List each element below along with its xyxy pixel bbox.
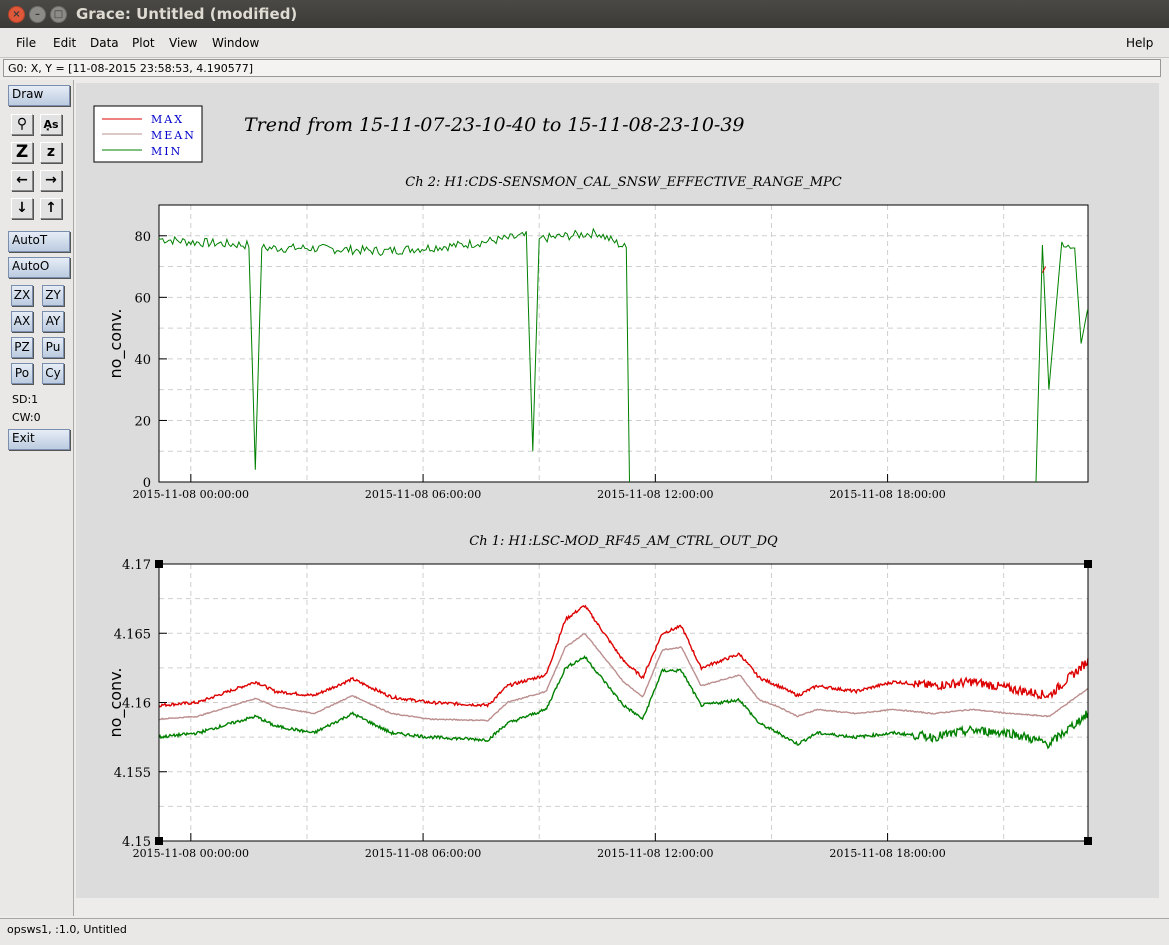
po-button[interactable]: Po — [11, 363, 33, 384]
window-titlebar[interactable]: × – □ Grace: Untitled (modified) — [0, 0, 1169, 28]
arrow-left-icon[interactable]: ← — [11, 170, 33, 191]
pz-button[interactable]: PZ — [11, 337, 33, 358]
x-tick-label: 2015-11-08 06:00:00 — [365, 847, 481, 860]
y-tick-label: 20 — [134, 414, 151, 429]
y-tick-label: 60 — [134, 291, 151, 306]
plot-canvas[interactable]: MAX MEAN MIN Trend from 15-11-07-23-10-4… — [76, 83, 1159, 898]
draw-button[interactable]: Draw — [8, 85, 70, 106]
menu-data[interactable]: Data — [90, 36, 119, 50]
plot-area — [159, 205, 1088, 482]
magnifier-icon[interactable]: ⚲ — [11, 114, 33, 135]
arrow-down-icon[interactable]: ↓ — [11, 198, 33, 219]
menu-bar: File Edit Data Plot View Window Help — [0, 28, 1169, 58]
locator-display: G0: X, Y = [11-08-2015 23:58:53, 4.19057… — [3, 59, 1161, 77]
y-tick-label: 4.165 — [114, 627, 151, 642]
chart-title: Ch 1: H1:LSC-MOD_RF45_AM_CTRL_OUT_DQ — [469, 534, 778, 549]
x-tick-label: 2015-11-08 12:00:00 — [597, 488, 713, 501]
legend-max-label: MAX — [151, 113, 184, 126]
x-tick-label: 2015-11-08 18:00:00 — [829, 847, 945, 860]
status-text: opsws1, :1.0, Untitled — [7, 923, 127, 936]
y-axis-label: no_conv. — [106, 668, 126, 738]
selection-handle — [1084, 837, 1092, 845]
y-tick-label: 80 — [134, 230, 151, 245]
zoom-Z-icon[interactable]: Z — [11, 142, 33, 163]
y-tick-label: 4.17 — [122, 558, 151, 573]
x-tick-label: 2015-11-08 12:00:00 — [597, 847, 713, 860]
x-tick-label: 2015-11-08 06:00:00 — [365, 488, 481, 501]
menu-edit[interactable]: Edit — [53, 36, 76, 50]
y-tick-label: 40 — [134, 353, 151, 368]
menu-help[interactable]: Help — [1126, 36, 1153, 50]
menu-window[interactable]: Window — [212, 36, 259, 50]
menu-file[interactable]: File — [16, 36, 36, 50]
chart-ch2: 0204060802015-11-08 00:00:00 2015-11-08 0… — [106, 175, 1089, 501]
pu-button[interactable]: Pu — [42, 337, 64, 358]
zx-button[interactable]: ZX — [11, 285, 33, 306]
ax-button[interactable]: AX — [11, 311, 33, 332]
cw-label: CW:0 — [12, 411, 41, 424]
menu-view[interactable]: View — [169, 36, 197, 50]
window-title: Grace: Untitled (modified) — [76, 5, 298, 23]
exit-button[interactable]: Exit — [8, 429, 70, 450]
sd-label: SD:1 — [12, 393, 39, 406]
legend-min-label: MIN — [151, 145, 182, 158]
x-tick-label: 2015-11-08 18:00:00 — [829, 488, 945, 501]
autot-button[interactable]: AutoT — [8, 231, 70, 252]
selection-handle — [155, 837, 163, 845]
plot-svg: MAX MEAN MIN Trend from 15-11-07-23-10-4… — [93, 105, 1092, 860]
menu-plot[interactable]: Plot — [132, 36, 155, 50]
chart-title: Ch 2: H1:CDS-SENSMON_CAL_SNSW_EFFECTIVE_… — [405, 175, 842, 190]
autoo-button[interactable]: AutoO — [8, 257, 70, 278]
selection-handle — [155, 560, 163, 568]
text-as-icon[interactable]: A͓s — [40, 114, 62, 135]
x-tick-label: 2015-11-08 00:00:00 — [133, 847, 249, 860]
minimize-icon[interactable]: – — [29, 6, 46, 23]
selection-handle — [1084, 560, 1092, 568]
main-title: Trend from 15-11-07-23-10-40 to 15-11-08… — [244, 114, 745, 136]
arrow-right-icon[interactable]: → — [40, 170, 62, 191]
close-icon[interactable]: × — [8, 6, 25, 23]
x-tick-label: 2015-11-08 00:00:00 — [133, 488, 249, 501]
cy-button[interactable]: Cy — [42, 363, 64, 384]
zoom-z-icon[interactable]: z — [40, 142, 62, 163]
y-axis-label: no_conv. — [106, 309, 126, 379]
ay-button[interactable]: AY — [42, 311, 64, 332]
zy-button[interactable]: ZY — [42, 285, 64, 306]
status-bar: opsws1, :1.0, Untitled — [0, 918, 1169, 945]
chart-ch1: 4.154.1554.164.1654.172015-11-08 00:00:0… — [106, 534, 1092, 860]
maximize-icon[interactable]: □ — [50, 6, 67, 23]
legend-mean-label: MEAN — [151, 129, 196, 142]
y-tick-label: 4.16 — [122, 697, 151, 712]
tool-panel: Draw ⚲ A͓s Z z ← → ↓ ↑ AutoT AutoO ZX ZY… — [0, 80, 74, 916]
arrow-up-icon[interactable]: ↑ — [40, 198, 62, 219]
y-tick-label: 4.155 — [114, 766, 151, 781]
